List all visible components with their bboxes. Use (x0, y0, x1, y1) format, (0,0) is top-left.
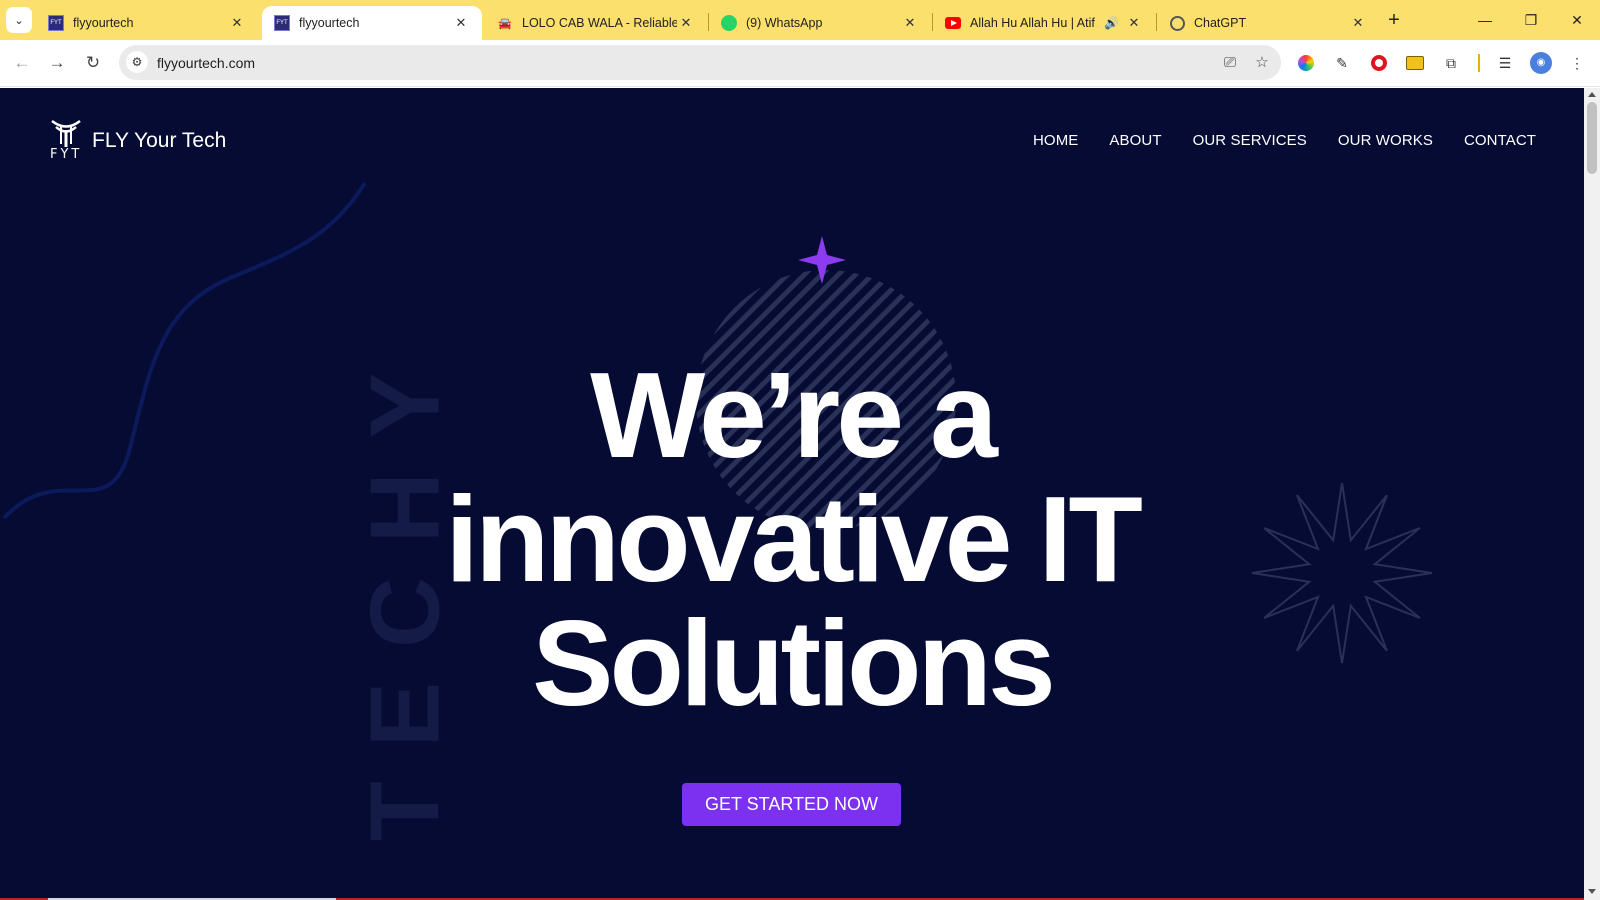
scroll-down-arrow-icon[interactable] (1588, 889, 1596, 894)
logo-text: FLY Your Tech (92, 129, 227, 152)
hero-heading: We’re a innovative IT Solutions (0, 353, 1584, 725)
url-text[interactable]: flyyourtech.com (157, 55, 255, 71)
chatgpt-icon (1169, 15, 1185, 31)
close-icon[interactable]: ✕ (901, 15, 919, 31)
logo-mark-text: FYT (50, 147, 83, 162)
media-queue-icon[interactable]: ☰ (1494, 52, 1516, 74)
address-bar[interactable]: ⚙ flyyourtech.com ⎚ ☆ (119, 45, 1281, 80)
tab-search-button[interactable]: ⌄ (6, 7, 32, 33)
tab-title: Allah Hu Allah Hu | Atif A (970, 16, 1098, 30)
color-picker-extension-icon[interactable] (1295, 52, 1317, 74)
page-scrollbar[interactable] (1584, 88, 1600, 900)
scroll-up-arrow-icon[interactable] (1588, 92, 1596, 97)
fyt-logo-icon: FYT (274, 15, 290, 31)
nav-our-works[interactable]: OUR WORKS (1338, 132, 1433, 149)
tab-strip: ⌄ FYT flyyourtech ✕ FYT flyyourtech ✕ 🚘 … (0, 0, 1600, 40)
reload-button[interactable]: ↻ (80, 50, 106, 76)
nav-contact[interactable]: CONTACT (1464, 132, 1536, 149)
site-logo[interactable]: FYT FLY Your Tech (48, 118, 226, 164)
scroll-thumb[interactable] (1587, 102, 1597, 174)
tab-chatgpt[interactable]: ChatGPT ✕ (1157, 6, 1379, 40)
hero-line-3: Solutions (532, 595, 1056, 731)
browser-toolbar: ← → ↻ ⚙ flyyourtech.com ⎚ ☆ ✎ ⧉ ☰ ◉ ⋮ (0, 40, 1600, 87)
youtube-icon (945, 15, 961, 31)
tab-youtube[interactable]: Allah Hu Allah Hu | Atif A 🔊 ✕ (933, 6, 1155, 40)
whatsapp-icon (721, 15, 737, 31)
profile-avatar[interactable]: ◉ (1530, 52, 1552, 74)
hero-line-1: We’re a (590, 347, 998, 483)
close-icon[interactable]: ✕ (452, 15, 470, 31)
main-nav: HOME ABOUT OUR SERVICES OUR WORKS CONTAC… (1033, 132, 1536, 149)
opera-extension-icon[interactable] (1368, 52, 1390, 74)
nav-our-services[interactable]: OUR SERVICES (1193, 132, 1307, 149)
restore-button[interactable]: ❐ (1508, 8, 1554, 32)
close-icon[interactable]: ✕ (677, 15, 695, 31)
bookmark-star-icon[interactable]: ☆ (1251, 52, 1273, 74)
speaker-icon[interactable]: 🔊 (1104, 16, 1119, 30)
install-app-icon[interactable]: ⎚ (1219, 52, 1241, 74)
toolbar-separator (1478, 54, 1480, 72)
tab-lolo-cab-wala[interactable]: 🚘 LOLO CAB WALA - Reliable T ✕ (485, 6, 707, 40)
yellow-extension-icon[interactable] (1404, 52, 1426, 74)
nav-about[interactable]: ABOUT (1109, 132, 1161, 149)
tab-title: flyyourtech (299, 16, 360, 30)
forward-button[interactable]: → (44, 50, 70, 76)
tab-flyyourtech-1[interactable]: FYT flyyourtech ✕ (36, 6, 258, 40)
chevron-down-icon: ⌄ (14, 14, 24, 27)
minimize-button[interactable]: — (1462, 8, 1508, 32)
close-icon[interactable]: ✕ (1125, 15, 1143, 31)
fyt-logo-icon: FYT (48, 15, 64, 31)
web-page: TECHY FYT FLY Your Tech HOME ABOUT OUR S… (0, 88, 1584, 900)
back-button[interactable]: ← (9, 50, 35, 76)
tab-title: flyyourtech (73, 16, 134, 30)
window-close-button[interactable]: ✕ (1554, 8, 1600, 32)
site-info-icon[interactable]: ⚙ (126, 51, 148, 73)
tab-title: ChatGPT (1194, 16, 1247, 30)
tab-title: LOLO CAB WALA - Reliable T (522, 16, 677, 30)
car-icon: 🚘 (498, 17, 512, 30)
eyedropper-extension-icon[interactable]: ✎ (1331, 52, 1353, 74)
nav-home[interactable]: HOME (1033, 132, 1078, 149)
menu-kebab-icon[interactable]: ⋮ (1566, 52, 1588, 74)
get-started-button[interactable]: GET STARTED NOW (682, 783, 901, 826)
tab-flyyourtech-2[interactable]: FYT flyyourtech ✕ (262, 6, 482, 40)
new-tab-button[interactable]: + (1380, 8, 1408, 32)
tab-whatsapp[interactable]: (9) WhatsApp ✕ (709, 6, 931, 40)
hero-line-2: innovative IT (445, 471, 1143, 607)
fyt-logo-icon: FYT (48, 118, 84, 164)
close-icon[interactable]: ✕ (228, 15, 246, 31)
close-icon[interactable]: ✕ (1349, 15, 1367, 31)
extensions-puzzle-icon[interactable]: ⧉ (1440, 52, 1462, 74)
tab-title: (9) WhatsApp (746, 16, 823, 30)
